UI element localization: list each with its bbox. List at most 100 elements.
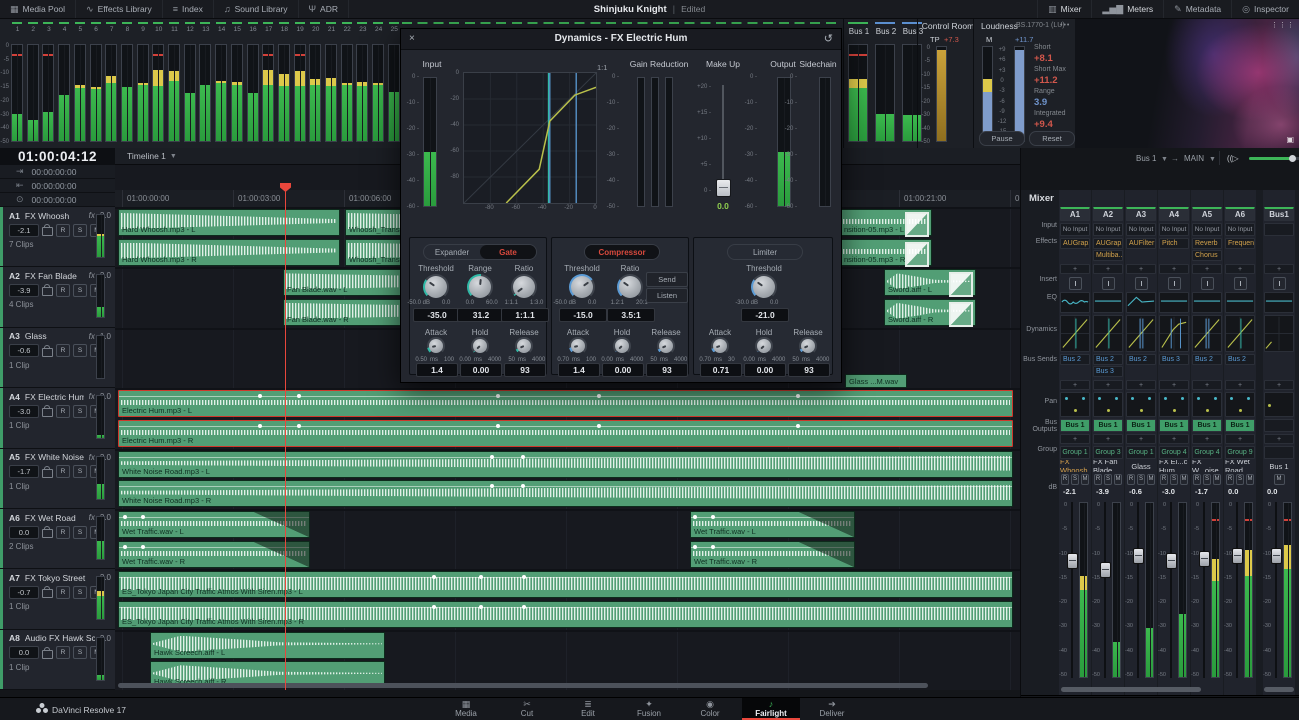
insert-button[interactable] (1135, 277, 1148, 290)
lock-icon[interactable] (42, 287, 53, 296)
eq-thumbnail[interactable] (1159, 292, 1189, 313)
limiter-button[interactable]: Limiter (728, 245, 802, 259)
track-r-button[interactable]: R (56, 405, 70, 418)
add-effect-button[interactable]: + (1126, 264, 1156, 274)
strip-send[interactable]: Bus 3 (1093, 366, 1123, 377)
section-enable[interactable]: Compressor (584, 244, 660, 260)
strip-bus-output[interactable]: Bus 1 (1225, 419, 1255, 432)
lock-icon[interactable] (42, 227, 53, 236)
index-button[interactable]: ≡Index (163, 0, 214, 18)
insert-button[interactable] (1102, 277, 1115, 290)
hold-knob[interactable] (613, 337, 631, 355)
viewer-options-icon[interactable]: ⋮⋮⋮ (1271, 21, 1295, 29)
strip-m-button[interactable]: M (1274, 474, 1285, 485)
speaker-icon[interactable]: ◁)) (1227, 154, 1238, 163)
knob-value[interactable]: 31.2 (457, 308, 505, 322)
eq-thumbnail[interactable] (1225, 292, 1255, 313)
attack-knob[interactable] (711, 337, 729, 355)
add-output-button[interactable]: + (1225, 434, 1255, 444)
insert-button[interactable] (1069, 277, 1082, 290)
lock-icon[interactable] (42, 529, 53, 538)
slider-knob[interactable] (1289, 155, 1296, 162)
hold-knob[interactable] (471, 337, 489, 355)
insert-button[interactable] (1234, 277, 1247, 290)
compressor-button[interactable]: Compressor (585, 245, 659, 259)
add-send-button[interactable]: + (1060, 380, 1090, 390)
strip-input[interactable]: No Input (1225, 223, 1255, 236)
track-header-A6[interactable]: A6FX Wet Roadfx2.00.0RSM2 Clips (0, 509, 115, 569)
automation-point[interactable] (711, 545, 715, 549)
strip-group[interactable]: Group 1 (1126, 446, 1156, 459)
automation-point[interactable] (693, 515, 697, 519)
automation-point[interactable] (597, 394, 601, 398)
automation-point[interactable] (297, 424, 301, 428)
automation-point[interactable] (496, 394, 500, 398)
eq-thumbnail[interactable] (1192, 292, 1222, 313)
track-volume-value[interactable]: -2.1 (9, 224, 39, 237)
dynamics-graph[interactable] (463, 72, 597, 204)
dynamics-thumbnail[interactable] (1225, 315, 1255, 352)
automation-point[interactable] (796, 424, 800, 428)
strip-s-button[interactable]: S (1071, 474, 1079, 485)
add-effect-button[interactable]: + (1093, 264, 1123, 274)
adr-button[interactable]: ΨADR (299, 0, 349, 18)
strip-input[interactable]: No Input (1060, 223, 1090, 236)
fader-handle[interactable] (1166, 553, 1177, 569)
knob-value[interactable]: 1.4 (416, 363, 458, 377)
automation-point[interactable] (522, 605, 526, 609)
strip-s-button[interactable]: S (1203, 474, 1211, 485)
add-send-button[interactable]: + (1093, 380, 1123, 390)
strip-s-button[interactable]: S (1104, 474, 1112, 485)
track-r-button[interactable]: R (56, 344, 70, 357)
expand-viewer-icon[interactable]: ▣ (1286, 135, 1294, 144)
add-output-button[interactable]: + (1192, 434, 1222, 444)
add-send-button[interactable]: + (1192, 380, 1222, 390)
fader-handle[interactable] (1133, 548, 1144, 564)
fader-handle[interactable] (1199, 551, 1210, 567)
knob-value[interactable]: 0.71 (700, 363, 742, 377)
fade-handle[interactable] (949, 302, 973, 327)
track-s-button[interactable]: S (73, 405, 87, 418)
track-s-button[interactable]: S (73, 646, 87, 659)
track-s-button[interactable]: S (73, 224, 87, 237)
strip-bus-output[interactable]: Bus 1 (1093, 419, 1123, 432)
strip-group[interactable]: Group 1 (1060, 446, 1090, 459)
automation-point[interactable] (521, 484, 525, 488)
track-r-button[interactable]: R (56, 586, 70, 599)
timeline-scrollbar[interactable] (118, 683, 928, 688)
strip-input[interactable]: No Input (1093, 223, 1123, 236)
track-s-button[interactable]: S (73, 465, 87, 478)
knob-value[interactable]: 93 (504, 363, 546, 377)
track-r-button[interactable]: R (56, 465, 70, 478)
attack-knob[interactable] (569, 337, 587, 355)
automation-point[interactable] (141, 545, 145, 549)
fader-handle[interactable] (1067, 553, 1078, 569)
track-header-A8[interactable]: A8Audio FX Hawk Sc...2.00.0RSM1 Clip (0, 630, 115, 690)
strip-bus-output[interactable]: Bus 1 (1060, 419, 1090, 432)
strip-s-button[interactable]: S (1236, 474, 1244, 485)
strip-m-button[interactable]: M (1213, 474, 1221, 485)
monitor-volume-slider[interactable] (1249, 157, 1299, 160)
strip-group[interactable]: Group 4 (1192, 446, 1222, 459)
automation-point[interactable] (123, 515, 127, 519)
metadata-button[interactable]: ✎Metadata (1163, 0, 1231, 18)
hold-knob[interactable] (755, 337, 773, 355)
mixer-bus-scrollbar[interactable] (1264, 687, 1294, 692)
strip-input[interactable] (1264, 223, 1294, 236)
pause-button[interactable]: Pause (979, 131, 1025, 146)
add-output-button[interactable]: + (1159, 434, 1189, 444)
fade-handle[interactable] (905, 242, 929, 267)
strip-bus-output[interactable]: Bus 1 (1126, 419, 1156, 432)
pan-control[interactable] (1093, 392, 1123, 417)
strip-effect[interactable]: Multiba... (1093, 250, 1123, 261)
track-s-button[interactable]: S (73, 344, 87, 357)
dynamics-thumbnail[interactable] (1192, 315, 1222, 352)
strip-r-button[interactable]: R (1160, 474, 1168, 485)
strip-effect[interactable]: Chorus (1192, 250, 1222, 261)
lock-icon[interactable] (42, 650, 53, 659)
automation-point[interactable] (432, 605, 436, 609)
strip-group[interactable]: Group 9 (1225, 446, 1255, 459)
add-effect-button[interactable]: + (1159, 264, 1189, 274)
threshold-knob[interactable] (751, 274, 777, 300)
pan-control[interactable] (1060, 392, 1090, 417)
